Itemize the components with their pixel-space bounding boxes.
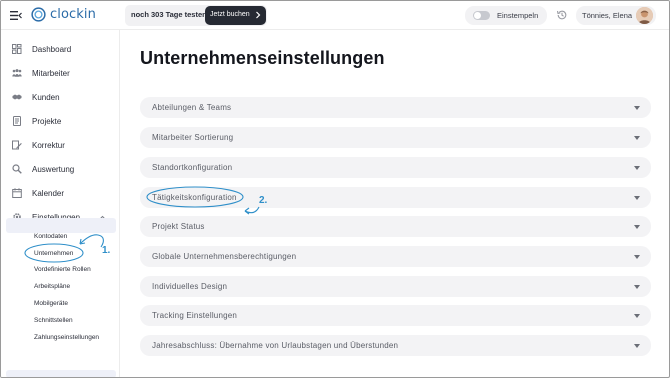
step-1-label: 1. <box>102 245 111 256</box>
step-2-label: 2. <box>259 195 268 206</box>
app-window: clockin noch 303 Tage testen Jetzt buche… <box>0 0 670 378</box>
arrow-step1 <box>79 234 104 248</box>
tutorial-annotations <box>24 186 260 263</box>
arrowhead-step2 <box>244 207 250 215</box>
highlight-circle-activity <box>146 186 244 208</box>
highlight-circle-company <box>24 243 84 263</box>
